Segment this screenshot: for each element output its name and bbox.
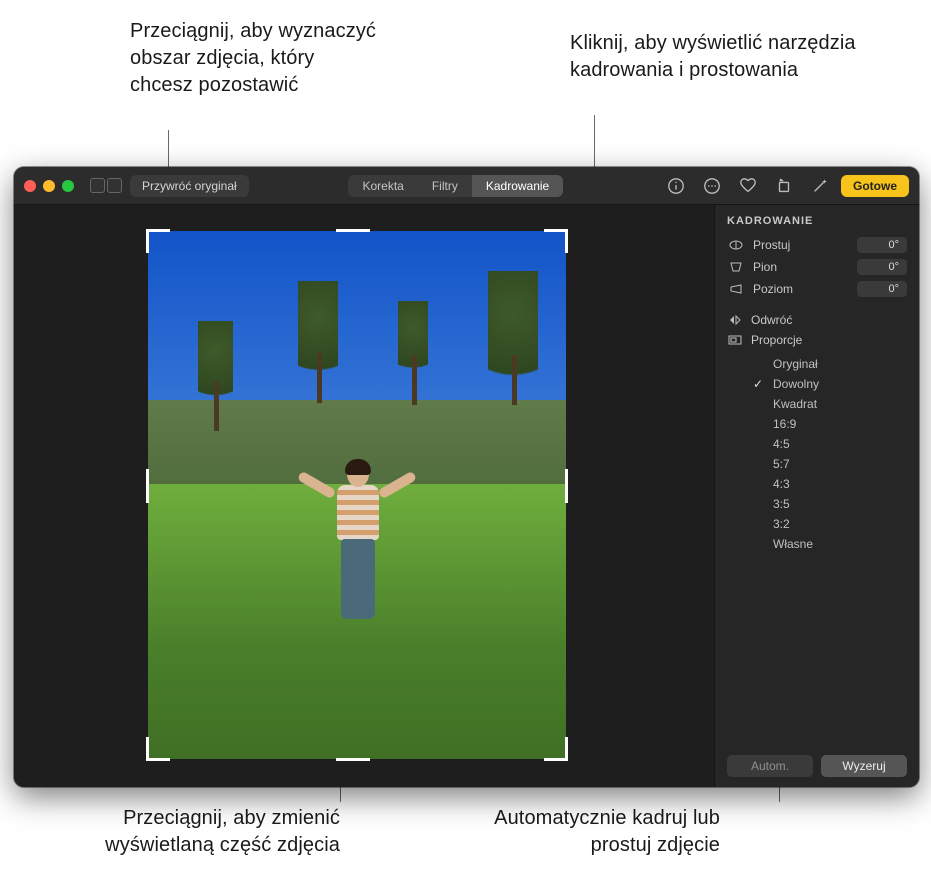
- horizontal-label: Poziom: [753, 282, 849, 296]
- aspect-header[interactable]: Proporcje: [727, 333, 907, 347]
- crop-frame[interactable]: [148, 231, 566, 759]
- photo-preview[interactable]: [148, 231, 566, 759]
- aspect-option-label: 3:5: [773, 497, 790, 511]
- aspect-option-label: 4:3: [773, 477, 790, 491]
- callout-crop-area: Przeciągnij, aby wyznaczyć obszar zdjęci…: [130, 18, 380, 99]
- straighten-row[interactable]: Prostuj 0°: [727, 237, 907, 253]
- checkmark-icon: ✓: [753, 377, 767, 391]
- favorite-icon[interactable]: [735, 175, 761, 197]
- crop-handle-bottom-left[interactable]: [146, 737, 170, 761]
- vertical-value[interactable]: 0°: [857, 259, 907, 275]
- view-mode-icons[interactable]: [90, 178, 122, 193]
- split-view-icon[interactable]: [107, 178, 122, 193]
- straighten-value[interactable]: 0°: [857, 237, 907, 253]
- fullscreen-icon[interactable]: [62, 180, 74, 192]
- minimize-icon[interactable]: [43, 180, 55, 192]
- crop-handle-top-right[interactable]: [544, 229, 568, 253]
- photo-region: [398, 301, 428, 391]
- thumbnail-view-icon[interactable]: [90, 178, 105, 193]
- edit-mode-tabs: Korekta Filtry Kadrowanie: [348, 175, 563, 197]
- reset-crop-button[interactable]: Wyzeruj: [821, 755, 907, 777]
- crop-handle-top-left[interactable]: [146, 229, 170, 253]
- crop-handle-bottom-right[interactable]: [544, 737, 568, 761]
- tab-adjust[interactable]: Korekta: [348, 175, 417, 197]
- revert-original-button[interactable]: Przywróć oryginał: [130, 175, 249, 197]
- auto-enhance-icon[interactable]: [807, 175, 833, 197]
- callout-auto-crop: Automatycznie kadruj lub prostuj zdjęcie: [430, 805, 720, 859]
- aspect-option[interactable]: Własne: [753, 537, 907, 551]
- aspect-option[interactable]: 3:5: [753, 497, 907, 511]
- aspect-option[interactable]: 5:7: [753, 457, 907, 471]
- close-icon[interactable]: [24, 180, 36, 192]
- rotate-icon[interactable]: [771, 175, 797, 197]
- flip-label: Odwróć: [751, 313, 792, 327]
- aspect-option-label: Kwadrat: [773, 397, 817, 411]
- aspect-option[interactable]: Oryginał: [753, 357, 907, 371]
- aspect-option[interactable]: 4:5: [753, 437, 907, 451]
- crop-handle-left[interactable]: [146, 469, 149, 503]
- aspect-option[interactable]: ✓ Dowolny: [753, 377, 907, 391]
- vertical-perspective-icon: [727, 260, 745, 274]
- photo-region: [488, 271, 538, 411]
- callout-crop-tools: Kliknij, aby wyświetlić narzędzia kadrow…: [570, 30, 870, 84]
- window-traffic-lights[interactable]: [24, 180, 74, 192]
- horizontal-perspective-icon: [727, 282, 745, 296]
- titlebar: Przywróć oryginał Korekta Filtry Kadrowa…: [14, 167, 919, 205]
- aspect-label: Proporcje: [751, 333, 802, 347]
- vertical-label: Pion: [753, 260, 849, 274]
- aspect-option-label: 16:9: [773, 417, 796, 431]
- callout-drag-photo: Przeciągnij, aby zmienić wyświetlaną czę…: [50, 805, 340, 859]
- crop-handle-bottom[interactable]: [336, 758, 370, 761]
- flip-icon: [727, 314, 743, 326]
- info-icon[interactable]: [663, 175, 689, 197]
- aspect-icon: [727, 334, 743, 346]
- aspect-option-label: Własne: [773, 537, 813, 551]
- done-button[interactable]: Gotowe: [841, 175, 909, 197]
- flip-button[interactable]: Odwróć: [727, 313, 907, 327]
- aspect-option[interactable]: 4:3: [753, 477, 907, 491]
- tab-crop[interactable]: Kadrowanie: [472, 175, 563, 197]
- content-area: KADROWANIE Prostuj 0° Pion 0° Poziom: [14, 205, 919, 787]
- horizontal-row[interactable]: Poziom 0°: [727, 281, 907, 297]
- aspect-option-label: 3:2: [773, 517, 790, 531]
- aspect-option[interactable]: 3:2: [753, 517, 907, 531]
- crop-handle-top[interactable]: [336, 229, 370, 232]
- aspect-ratio-list: Oryginał ✓ Dowolny Kwadrat 16:9 4:5 5:7 4:3 3:5 3…: [753, 357, 907, 551]
- auto-crop-button[interactable]: Autom.: [727, 755, 813, 777]
- sidebar-header: KADROWANIE: [727, 215, 907, 227]
- aspect-option-label: 5:7: [773, 457, 790, 471]
- app-window: Przywróć oryginał Korekta Filtry Kadrowa…: [14, 167, 919, 787]
- crop-sidebar: KADROWANIE Prostuj 0° Pion 0° Poziom: [714, 205, 919, 787]
- aspect-option-label: 4:5: [773, 437, 790, 451]
- photo-region: [298, 281, 338, 401]
- photo-canvas[interactable]: [14, 205, 714, 787]
- photo-region: [198, 321, 233, 421]
- aspect-option-label: Dowolny: [773, 377, 819, 391]
- photo-subject: [323, 461, 393, 631]
- straighten-icon: [727, 238, 745, 252]
- horizontal-value[interactable]: 0°: [857, 281, 907, 297]
- aspect-option-label: Oryginał: [773, 357, 818, 371]
- vertical-row[interactable]: Pion 0°: [727, 259, 907, 275]
- more-icon[interactable]: [699, 175, 725, 197]
- straighten-label: Prostuj: [753, 238, 849, 252]
- crop-handle-right[interactable]: [565, 469, 568, 503]
- sidebar-footer: Autom. Wyzeruj: [727, 743, 907, 777]
- toolbar-actions: [663, 175, 833, 197]
- aspect-option[interactable]: Kwadrat: [753, 397, 907, 411]
- aspect-option[interactable]: 16:9: [753, 417, 907, 431]
- tab-filters[interactable]: Filtry: [418, 175, 472, 197]
